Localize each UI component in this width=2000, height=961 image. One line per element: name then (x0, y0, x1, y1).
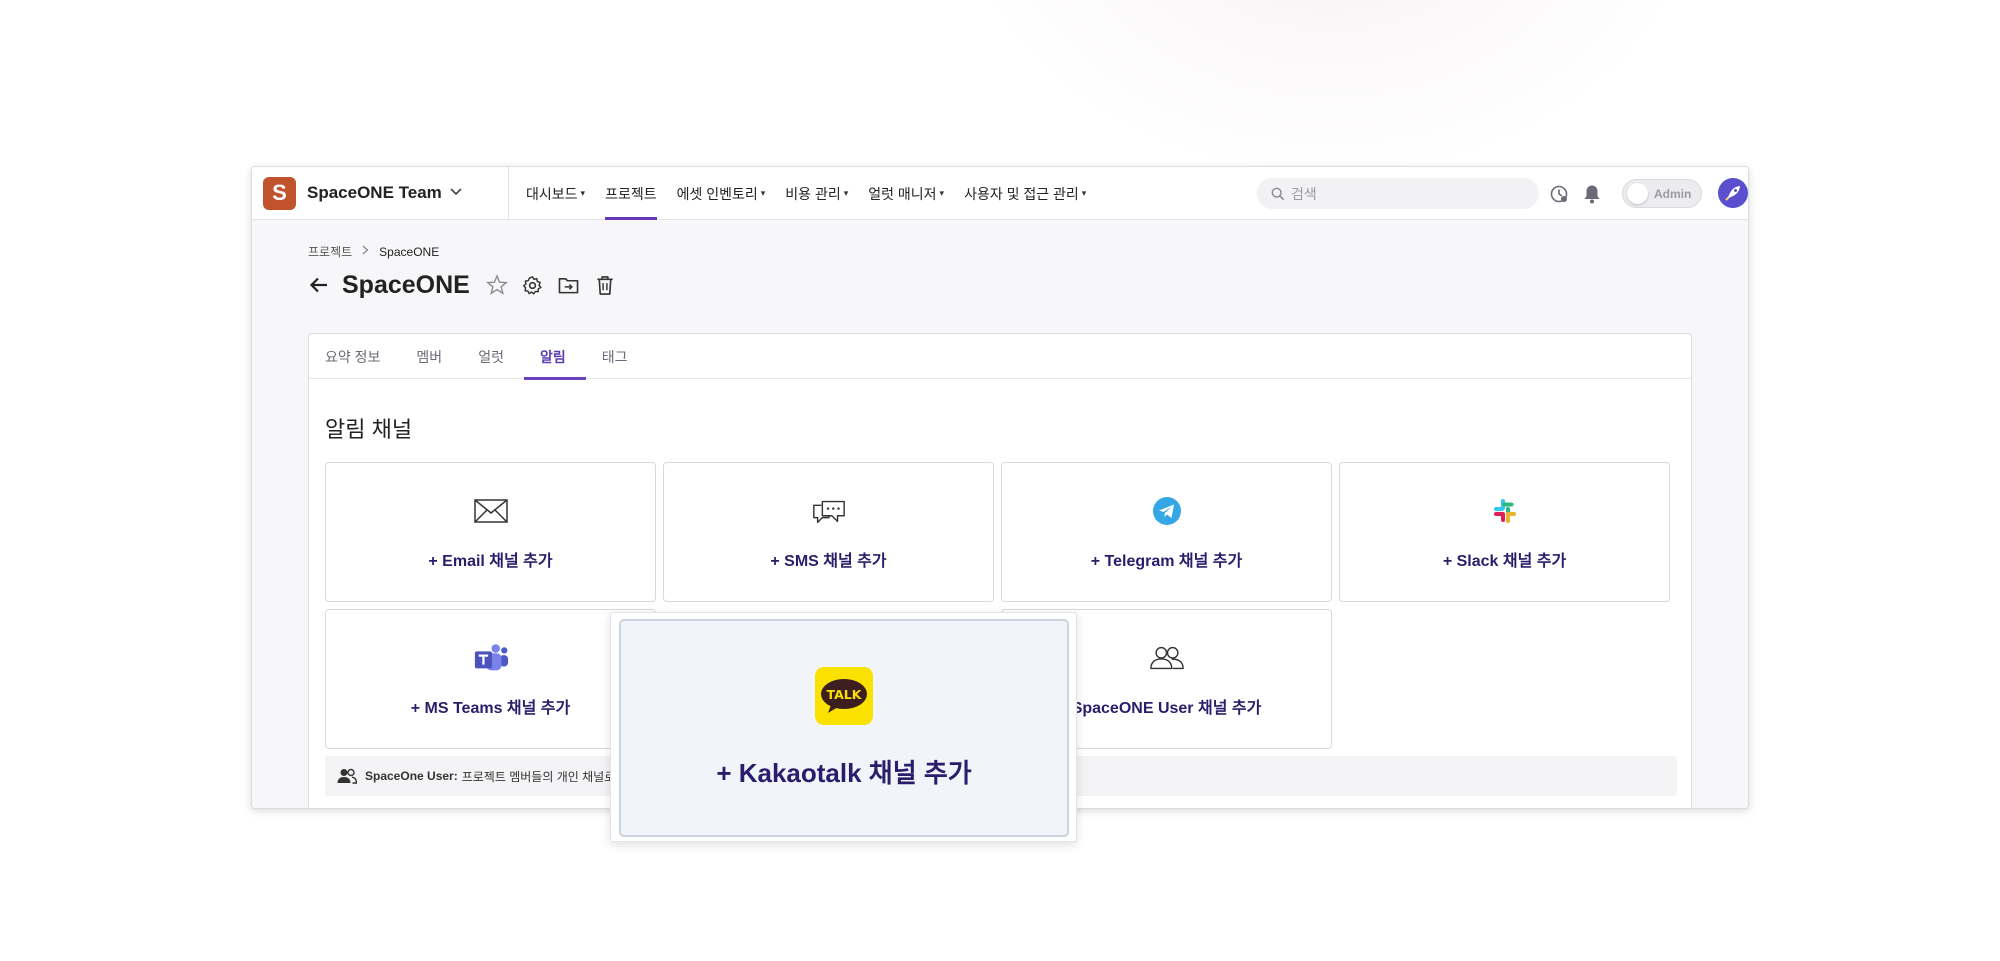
chevron-down-icon: ▾ (1081, 188, 1087, 198)
menu-item-asset-inventory[interactable]: 에셋 인벤토리 ▾ (677, 167, 766, 220)
add-ms-teams-channel-card[interactable]: + MS Teams 채널 추가 (325, 609, 656, 749)
chevron-right-icon (362, 245, 369, 258)
add-email-channel-card[interactable]: + Email 채널 추가 (325, 462, 656, 602)
admin-toggle[interactable]: Admin (1622, 179, 1702, 208)
info-text: 프로젝트 멤버들의 개인 채널로 (461, 769, 616, 784)
ms-teams-icon (473, 640, 509, 676)
slack-icon (1487, 493, 1523, 529)
tab-summary[interactable]: 요약 정보 (325, 334, 380, 379)
telegram-icon (1149, 493, 1185, 529)
page-title: SpaceONE (342, 270, 470, 299)
breadcrumb-parent[interactable]: 프로젝트 (308, 243, 352, 260)
add-telegram-channel-label: + Telegram 채널 추가 (1090, 553, 1243, 570)
search-icon (1271, 187, 1285, 200)
menu-item-label: 에셋 인벤토리 (676, 185, 758, 202)
settings-gear-icon[interactable] (522, 274, 544, 296)
menu-item-project[interactable]: 프로젝트 (605, 167, 657, 220)
add-sms-channel-card[interactable]: + SMS 채널 추가 (663, 462, 994, 602)
add-telegram-channel-card[interactable]: + Telegram 채널 추가 (1001, 462, 1332, 602)
star-icon[interactable] (485, 274, 508, 296)
bell-icon[interactable] (1582, 184, 1602, 204)
workspace-name: SpaceONE Team (307, 183, 442, 202)
chevron-down-icon: ▾ (580, 188, 586, 198)
rocket-icon (1725, 186, 1740, 201)
users-icon (337, 768, 357, 784)
search-box[interactable] (1257, 178, 1539, 209)
add-slack-channel-card[interactable]: + Slack 채널 추가 (1339, 462, 1670, 602)
add-kakaotalk-channel-card[interactable]: TALK + Kakaotalk 채널 추가 (619, 619, 1069, 837)
tab-members[interactable]: 멤버 (416, 334, 442, 379)
users-icon (1149, 640, 1185, 676)
add-spaceone-user-channel-label: SpaceONE User 채널 추가 (1071, 700, 1262, 717)
menu-item-label: 대시보드 (526, 185, 578, 202)
chevron-down-icon: ▾ (843, 188, 849, 198)
menu-item-cost-management[interactable]: 비용 관리 ▾ (785, 167, 848, 220)
chevron-down-icon: ▾ (939, 188, 945, 198)
menu-item-iam[interactable]: 사용자 및 접근 관리 ▾ (964, 167, 1086, 220)
trash-icon[interactable] (594, 274, 616, 296)
add-ms-teams-channel-label: + MS Teams 채널 추가 (410, 700, 571, 717)
menu-item-dashboard[interactable]: 대시보드 ▾ (526, 167, 585, 220)
menu-item-label: 프로젝트 (605, 185, 657, 202)
page-header: SpaceONE (308, 268, 616, 302)
tab-alerts[interactable]: 얼럿 (478, 334, 504, 379)
tab-notifications[interactable]: 알림 (524, 334, 586, 380)
move-folder-icon[interactable] (558, 274, 580, 296)
toggle-label: Admin (1654, 186, 1692, 201)
section-title: 알림 채널 (325, 417, 413, 442)
recent-history-icon[interactable] (1549, 184, 1569, 204)
chevron-down-icon (450, 185, 462, 199)
add-sms-channel-label: + SMS 채널 추가 (770, 553, 887, 570)
kakaotalk-icon: TALK (815, 667, 873, 725)
global-nav-bar: S SpaceONE Team 대시보드 ▾ 프로젝트 에셋 인벤토리 ▾ 비용 관… (252, 167, 1748, 220)
workspace-logo: S (263, 176, 296, 210)
menu-item-label: 비용 관리 (785, 185, 841, 202)
tab-bar: 요약 정보 멤버 얼럿 알림 태그 (309, 334, 1691, 380)
tab-tags[interactable]: 태그 (602, 334, 628, 379)
add-slack-channel-label: + Slack 채널 추가 (1442, 553, 1567, 570)
info-label: SpaceOne User: (365, 769, 458, 783)
menu-item-alert-manager[interactable]: 얼럿 매니저 ▾ (868, 167, 944, 220)
back-arrow-icon[interactable] (308, 274, 330, 296)
divider (508, 167, 509, 220)
background-glow (950, 0, 1710, 180)
breadcrumb-current: SpaceONE (379, 244, 440, 259)
add-email-channel-label: + Email 채널 추가 (428, 553, 553, 570)
workspace-selector[interactable]: S SpaceONE Team (263, 176, 462, 210)
toggle-knob (1627, 183, 1648, 204)
chat-bubbles-icon (811, 493, 847, 529)
search-input[interactable] (1291, 185, 1531, 202)
add-kakaotalk-channel-label: + Kakaotalk 채널 추가 (716, 758, 972, 788)
menu-item-label: 사용자 및 접근 관리 (964, 185, 1079, 202)
mail-icon (473, 493, 509, 529)
chevron-down-icon: ▾ (760, 188, 766, 198)
kakao-icon-text: TALK (827, 687, 863, 702)
breadcrumb: 프로젝트 SpaceONE (308, 243, 439, 260)
user-avatar[interactable] (1718, 178, 1748, 208)
menu-item-label: 얼럿 매니저 (868, 185, 937, 202)
main-menu: 대시보드 ▾ 프로젝트 에셋 인벤토리 ▾ 비용 관리 ▾ 얼럿 매니저 ▾ 사용자 및… (526, 167, 1106, 220)
